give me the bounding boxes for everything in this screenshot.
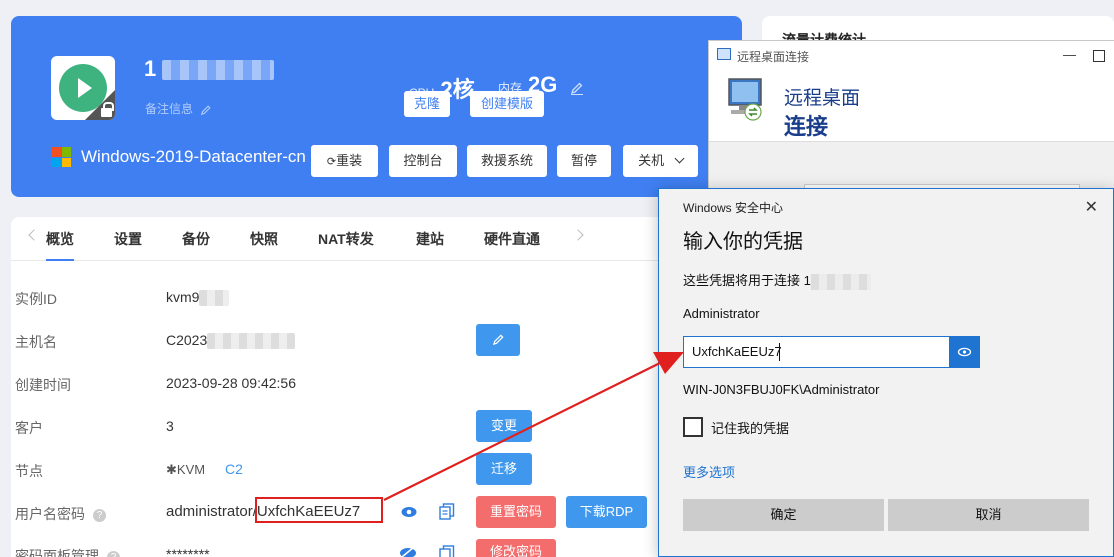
- username-text: Administrator: [683, 306, 760, 321]
- rdp-titlebar[interactable]: 远程桌面连接 —: [709, 41, 1114, 71]
- hostname-value: C2023: [166, 332, 296, 350]
- redacted-host: [810, 273, 871, 290]
- download-rdp-button[interactable]: 下载RDP: [566, 496, 647, 528]
- customer-label: 客户: [15, 420, 43, 436]
- tab-passthrough[interactable]: 硬件直通: [484, 229, 540, 249]
- customer-value: 3: [166, 418, 174, 434]
- remember-checkbox[interactable]: [683, 417, 703, 437]
- rdp-title: 远程桌面连接: [737, 50, 810, 64]
- instance-id-label: 实例ID: [15, 291, 57, 307]
- pause-button[interactable]: 暂停: [557, 145, 611, 177]
- node-link[interactable]: C2: [225, 461, 243, 477]
- node-label: 节点: [15, 463, 43, 479]
- node-value: ✱KVM C2: [166, 461, 243, 478]
- dialog-heading: 输入你的凭据: [683, 231, 803, 253]
- password-value: UxfchKaEEUz7: [692, 344, 782, 359]
- password-highlight-box: [255, 497, 383, 523]
- lock-icon: [101, 102, 114, 117]
- rdp-app-icon: [717, 48, 731, 60]
- tab-site-build[interactable]: 建站: [416, 229, 444, 249]
- eye-icon[interactable]: [401, 505, 417, 519]
- copy-icon[interactable]: [439, 503, 455, 520]
- os-info: Windows-2019-Datacenter-cn: [51, 147, 306, 167]
- tab-nat[interactable]: NAT转发: [318, 229, 374, 249]
- password-field[interactable]: UxfchKaEEUz7: [683, 336, 980, 368]
- password-panel-value: ********: [166, 546, 210, 557]
- hostname-label: 主机名: [15, 334, 57, 350]
- refresh-icon: ⟳: [326, 156, 337, 168]
- tab-settings[interactable]: 设置: [114, 229, 142, 249]
- change-password-button[interactable]: 修改密码: [476, 539, 556, 557]
- more-options-link[interactable]: 更多选项: [683, 462, 735, 481]
- chevron-left-icon[interactable]: [28, 229, 40, 241]
- redacted-id: [199, 290, 230, 307]
- text-caret: [779, 343, 780, 361]
- reveal-password-button[interactable]: [949, 336, 980, 368]
- change-customer-button[interactable]: 变更: [476, 410, 532, 442]
- windows-logo-icon: [51, 147, 71, 167]
- ok-button[interactable]: 确定: [683, 499, 884, 531]
- maximize-button[interactable]: [1093, 50, 1105, 62]
- shutdown-button[interactable]: 关机: [623, 145, 698, 177]
- dialog-description: 这些凭据将用于连接 1: [683, 270, 871, 290]
- tab-bar: 概览 设置 备份 快照 NAT转发 建站 硬件直通: [11, 217, 742, 261]
- instance-id-value: kvm9: [166, 289, 230, 307]
- migrate-button[interactable]: 迁移: [476, 453, 532, 485]
- instance-card: 1 备注信息 CPU2核 内存2G 克隆 创建模版 Windows-2019-D…: [11, 16, 742, 197]
- tab-backup[interactable]: 备份: [182, 229, 210, 249]
- copy-icon[interactable]: [439, 545, 455, 557]
- reset-password-button[interactable]: 重置密码: [476, 496, 556, 528]
- edit-icon[interactable]: [200, 104, 212, 116]
- created-value: 2023-09-28 09:42:56: [166, 375, 296, 391]
- cancel-button[interactable]: 取消: [888, 499, 1089, 531]
- help-icon[interactable]: ?: [107, 551, 120, 557]
- instance-thumbnail[interactable]: [51, 56, 115, 120]
- instance-name: 1: [144, 56, 275, 82]
- create-template-button[interactable]: 创建模版: [470, 91, 544, 117]
- credential-dialog: Windows 安全中心 ✕ 输入你的凭据 这些凭据将用于连接 1 Admini…: [658, 188, 1114, 557]
- remark[interactable]: 备注信息: [145, 100, 212, 117]
- rdp-banner-line2: 连接: [784, 114, 829, 139]
- console-button[interactable]: 控制台: [389, 145, 457, 177]
- help-icon[interactable]: ?: [93, 509, 106, 522]
- minimize-button[interactable]: —: [1063, 47, 1076, 62]
- eye-icon: [957, 347, 972, 357]
- credentials-label: 用户名密码?: [15, 504, 106, 524]
- rdp-banner-line1: 远程桌面: [784, 88, 861, 109]
- tab-overview[interactable]: 概览: [46, 229, 74, 261]
- edit-icon[interactable]: [570, 81, 584, 95]
- rescue-system-button[interactable]: 救援系统: [467, 145, 547, 177]
- rdp-banner: 远程桌面 连接: [709, 71, 1114, 141]
- node-type: ✱KVM: [166, 462, 206, 477]
- os-name: Windows-2019-Datacenter-cn: [81, 147, 306, 166]
- edit-hostname-button[interactable]: [476, 324, 520, 356]
- chevron-right-icon[interactable]: [572, 229, 584, 241]
- close-icon[interactable]: ✕: [1085, 197, 1098, 217]
- redacted-hostname: [207, 333, 296, 350]
- password-panel-label: 密码面板管理?: [15, 546, 120, 557]
- dialog-title: Windows 安全中心: [683, 201, 784, 215]
- edit-icon: [492, 334, 504, 346]
- reinstall-button[interactable]: ⟳重装: [311, 145, 378, 177]
- tab-snapshot[interactable]: 快照: [250, 229, 278, 249]
- remote-desktop-icon: [728, 78, 762, 121]
- clone-button[interactable]: 克隆: [404, 91, 450, 117]
- redacted-ip: [162, 60, 275, 81]
- chevron-down-icon: [674, 153, 685, 164]
- created-label: 创建时间: [15, 377, 71, 393]
- domain-user: WIN-J0N3FBUJ0FK\Administrator: [683, 382, 880, 397]
- remember-label[interactable]: 记住我的凭据: [711, 418, 789, 437]
- eye-slash-icon[interactable]: [399, 546, 417, 557]
